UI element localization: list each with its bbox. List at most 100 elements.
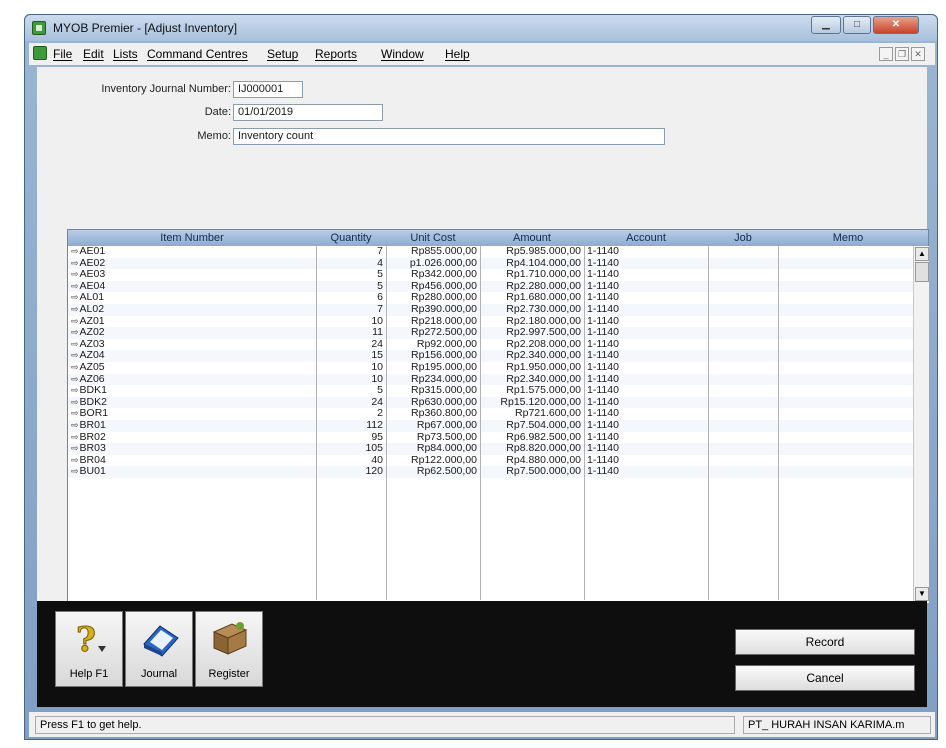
table-row[interactable]: ⇨AZ03 24 Rp92.000,00 Rp2.208.000,00 1-1140 (68, 339, 913, 351)
minimize-icon[interactable]: ▁ (811, 16, 841, 34)
cell-unit-cost[interactable]: Rp84.000,00 (386, 443, 480, 455)
journal-button[interactable]: Journal (125, 611, 193, 687)
cell-quantity[interactable]: 10 (316, 362, 386, 374)
record-button[interactable]: Record (735, 629, 915, 655)
cell-item-number[interactable]: ⇨AZ06 (68, 374, 316, 386)
table-row[interactable]: ⇨AZ02 11 Rp272.500,00 Rp2.997.500,00 1-1140 (68, 327, 913, 339)
cell-unit-cost[interactable]: Rp122.000,00 (386, 455, 480, 467)
cell-amount[interactable]: Rp1.680.000,00 (480, 292, 584, 304)
cell-quantity[interactable]: 10 (316, 316, 386, 328)
cell-account[interactable]: 1-1140 (584, 339, 708, 351)
table-row[interactable]: ⇨BDK2 24 Rp630.000,00 Rp15.120.000,00 1-1140 (68, 396, 913, 409)
cell-account[interactable]: 1-1140 (584, 316, 708, 328)
cell-quantity[interactable]: 120 (316, 466, 386, 478)
cell-quantity[interactable]: 11 (316, 327, 386, 339)
cell-amount[interactable]: Rp2.180.000,00 (480, 316, 584, 328)
cell-unit-cost[interactable]: p1.026.000,00 (386, 258, 480, 270)
scroll-down-icon[interactable]: ▼ (915, 587, 929, 601)
table-row[interactable]: ⇨AE04 5 Rp456.000,00 Rp2.280.000,00 1-1140 (68, 280, 913, 293)
cell-amount[interactable]: Rp6.982.500,00 (480, 432, 584, 444)
row-arrow-icon[interactable]: ⇨ (71, 374, 79, 384)
cell-amount[interactable]: Rp4.104.000,00 (480, 258, 584, 270)
scroll-up-icon[interactable]: ▲ (915, 247, 929, 261)
cell-unit-cost[interactable]: Rp360.800,00 (386, 408, 480, 420)
cell-item-number[interactable]: ⇨AE03 (68, 269, 316, 281)
cell-quantity[interactable]: 2 (316, 408, 386, 420)
row-arrow-icon[interactable]: ⇨ (71, 327, 79, 337)
cell-item-number[interactable]: ⇨AL02 (68, 304, 316, 316)
row-arrow-icon[interactable]: ⇨ (71, 304, 79, 314)
row-arrow-icon[interactable]: ⇨ (71, 362, 79, 372)
cell-amount[interactable]: Rp15.120.000,00 (480, 397, 584, 409)
cell-account[interactable]: 1-1140 (584, 269, 708, 281)
cell-quantity[interactable]: 24 (316, 397, 386, 409)
maximize-icon[interactable]: □ (843, 16, 871, 34)
cell-unit-cost[interactable]: Rp62.500,00 (386, 466, 480, 478)
document-icon[interactable] (33, 46, 47, 60)
cell-item-number[interactable]: ⇨BDK1 (68, 385, 316, 397)
row-arrow-icon[interactable]: ⇨ (71, 246, 79, 256)
cell-account[interactable]: 1-1140 (584, 408, 708, 420)
cell-account[interactable]: 1-1140 (584, 281, 708, 293)
cell-quantity[interactable]: 5 (316, 269, 386, 281)
table-row[interactable]: ⇨BR03 105 Rp84.000,00 Rp8.820.000,00 1-1140 (68, 443, 913, 455)
cell-unit-cost[interactable]: Rp272.500,00 (386, 327, 480, 339)
cell-item-number[interactable]: ⇨AZ03 (68, 339, 316, 351)
row-arrow-icon[interactable]: ⇨ (71, 385, 79, 395)
cell-quantity[interactable]: 40 (316, 455, 386, 467)
cell-account[interactable]: 1-1140 (584, 466, 708, 478)
row-arrow-icon[interactable]: ⇨ (71, 316, 79, 326)
col-quantity[interactable]: Quantity (316, 230, 386, 246)
cell-account[interactable]: 1-1140 (584, 397, 708, 409)
col-item-number[interactable]: Item Number (68, 230, 316, 246)
row-arrow-icon[interactable]: ⇨ (71, 443, 79, 453)
cell-amount[interactable]: Rp1.575.000,00 (480, 385, 584, 397)
cell-amount[interactable]: Rp2.997.500,00 (480, 327, 584, 339)
col-job[interactable]: Job (708, 230, 778, 246)
table-row[interactable]: ⇨AE01 7 Rp855.000,00 Rp5.985.000,00 1-1140 (68, 246, 913, 258)
app-icon[interactable] (32, 21, 46, 35)
cell-item-number[interactable]: ⇨BOR1 (68, 408, 316, 420)
cell-amount[interactable]: Rp5.985.000,00 (480, 246, 584, 258)
scroll-thumb[interactable] (915, 262, 929, 282)
cell-item-number[interactable]: ⇨BR03 (68, 443, 316, 455)
cell-quantity[interactable]: 15 (316, 350, 386, 362)
cell-quantity[interactable]: 6 (316, 292, 386, 304)
row-arrow-icon[interactable]: ⇨ (71, 258, 79, 268)
table-row[interactable]: ⇨BR02 95 Rp73.500,00 Rp6.982.500,00 1-1140 (68, 432, 913, 444)
cell-amount[interactable]: Rp2.730.000,00 (480, 304, 584, 316)
col-account[interactable]: Account (584, 230, 708, 246)
menu-file[interactable]: File (53, 47, 72, 61)
table-row[interactable]: ⇨BDK1 5 Rp315.000,00 Rp1.575.000,00 1-1140 (68, 385, 913, 397)
cell-unit-cost[interactable]: Rp456.000,00 (386, 281, 480, 293)
cell-item-number[interactable]: ⇨AZ05 (68, 362, 316, 374)
menu-command-centres[interactable]: Command Centres (147, 47, 248, 61)
cell-account[interactable]: 1-1140 (584, 443, 708, 455)
cell-quantity[interactable]: 7 (316, 304, 386, 316)
cell-item-number[interactable]: ⇨AE04 (68, 281, 316, 293)
menu-reports[interactable]: Reports (315, 47, 357, 61)
cell-account[interactable]: 1-1140 (584, 327, 708, 339)
cell-amount[interactable]: Rp1.710.000,00 (480, 269, 584, 281)
cell-account[interactable]: 1-1140 (584, 385, 708, 397)
cell-item-number[interactable]: ⇨BDK2 (68, 397, 316, 409)
col-unit-cost[interactable]: Unit Cost (386, 230, 480, 246)
cell-unit-cost[interactable]: Rp195.000,00 (386, 362, 480, 374)
cell-item-number[interactable]: ⇨AZ02 (68, 327, 316, 339)
cell-unit-cost[interactable]: Rp342.000,00 (386, 269, 480, 281)
row-arrow-icon[interactable]: ⇨ (71, 281, 79, 291)
cell-account[interactable]: 1-1140 (584, 420, 708, 432)
col-memo[interactable]: Memo (778, 230, 918, 246)
cell-unit-cost[interactable]: Rp234.000,00 (386, 374, 480, 386)
cell-unit-cost[interactable]: Rp280.000,00 (386, 292, 480, 304)
table-row[interactable]: ⇨AL01 6 Rp280.000,00 Rp1.680.000,00 1-1140 (68, 292, 913, 304)
cell-account[interactable]: 1-1140 (584, 292, 708, 304)
cell-unit-cost[interactable]: Rp390.000,00 (386, 304, 480, 316)
row-arrow-icon[interactable]: ⇨ (71, 420, 79, 430)
menu-edit[interactable]: Edit (83, 47, 104, 61)
cell-unit-cost[interactable]: Rp630.000,00 (386, 397, 480, 409)
vertical-scrollbar[interactable]: ▲ ▼ (913, 246, 929, 603)
cell-account[interactable]: 1-1140 (584, 258, 708, 270)
col-amount[interactable]: Amount (480, 230, 584, 246)
menu-help[interactable]: Help (445, 47, 470, 61)
